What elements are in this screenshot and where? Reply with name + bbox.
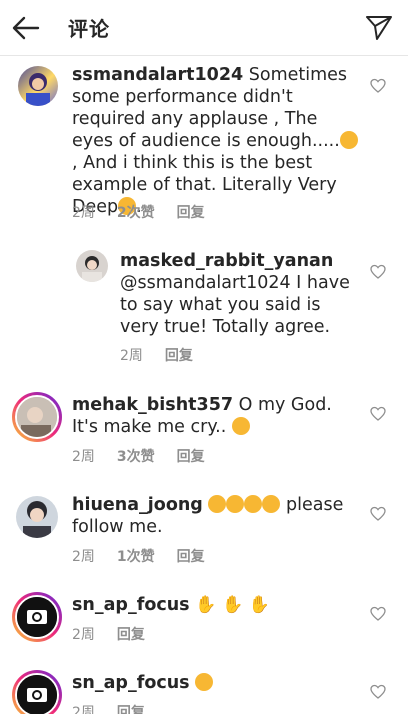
username-link[interactable]: masked_rabbit_yanan bbox=[120, 251, 333, 271]
comment-meta: 2周 1次赞 回复 bbox=[72, 546, 227, 566]
reply-button[interactable]: 回复 bbox=[177, 449, 205, 465]
avatar[interactable] bbox=[15, 595, 59, 639]
crying-face-icon bbox=[339, 131, 358, 149]
username-link[interactable]: mehak_bisht357 bbox=[72, 395, 233, 415]
heart-icon[interactable] bbox=[370, 506, 386, 522]
camera-logo-icon bbox=[17, 597, 57, 637]
avatar[interactable] bbox=[76, 250, 108, 282]
username-link[interactable]: ssmandalart1024 bbox=[72, 65, 243, 85]
reply-button[interactable]: 回复 bbox=[177, 205, 205, 221]
heart-eyes-face-icon bbox=[195, 673, 214, 691]
heart-icon[interactable] bbox=[370, 606, 386, 622]
timestamp: 2周 bbox=[120, 348, 143, 364]
reply-button[interactable]: 回复 bbox=[117, 705, 145, 714]
comment-text: sn_ap_focus bbox=[72, 672, 362, 694]
comment-meta: 2周 回复 bbox=[72, 624, 167, 644]
avatar[interactable] bbox=[15, 673, 59, 714]
comment-meta: 2周 回复 bbox=[72, 702, 167, 714]
likes-count[interactable]: 3次赞 bbox=[117, 449, 155, 465]
crying-face-icon bbox=[231, 417, 250, 435]
page-title: 评论 bbox=[68, 17, 110, 41]
loudly-crying-face-icon bbox=[226, 495, 245, 513]
loudly-crying-face-icon bbox=[244, 495, 263, 513]
avatar[interactable] bbox=[15, 395, 59, 439]
timestamp: 2周 bbox=[72, 449, 95, 465]
heart-icon[interactable] bbox=[370, 684, 386, 700]
comment-meta: 2周 3次赞 回复 bbox=[72, 446, 227, 466]
comment-text: sn_ap_focus ✋ ✋ ✋ bbox=[72, 594, 362, 616]
timestamp: 2周 bbox=[72, 549, 95, 565]
loudly-crying-face-icon bbox=[208, 495, 227, 513]
comment-meta: 2周 2次赞 回复 bbox=[72, 202, 227, 222]
comment-text: hiuena_joong please follow me. bbox=[72, 495, 344, 537]
likes-count[interactable]: 1次赞 bbox=[117, 549, 155, 565]
avatar-image bbox=[26, 73, 50, 106]
comment-text: mehak_bisht357 O my God. It's make me cr… bbox=[72, 395, 332, 437]
comment-text: ssmandalart1024 Sometimes some performan… bbox=[72, 64, 362, 218]
clapping-hands-icon: ✋ bbox=[221, 595, 244, 615]
share-button[interactable] bbox=[364, 12, 394, 42]
avatar[interactable] bbox=[18, 66, 58, 106]
timestamp: 2周 bbox=[72, 705, 95, 714]
clapping-hands-icon: ✋ bbox=[195, 595, 217, 615]
pleading-face-icon bbox=[262, 495, 281, 513]
likes-count[interactable]: 2次赞 bbox=[117, 205, 155, 221]
avatar-image bbox=[82, 256, 102, 282]
avatar-image bbox=[23, 501, 51, 538]
username-link[interactable]: sn_ap_focus bbox=[72, 673, 190, 693]
heart-icon[interactable] bbox=[370, 78, 386, 94]
reply-button[interactable]: 回复 bbox=[165, 348, 193, 364]
timestamp: 2周 bbox=[72, 627, 95, 643]
timestamp: 2周 bbox=[72, 205, 95, 221]
mention-link[interactable]: @ssmandalart1024 bbox=[120, 273, 291, 293]
avatar-image bbox=[17, 397, 57, 437]
comment-meta: 2周 回复 bbox=[120, 345, 215, 365]
back-arrow-icon bbox=[12, 16, 40, 40]
back-button[interactable] bbox=[10, 12, 42, 44]
reply-button[interactable]: 回复 bbox=[117, 627, 145, 643]
camera-logo-icon bbox=[17, 675, 57, 714]
username-link[interactable]: hiuena_joong bbox=[72, 495, 203, 515]
reply-button[interactable]: 回复 bbox=[177, 549, 205, 565]
send-icon bbox=[366, 16, 392, 40]
top-bar: 评论 bbox=[0, 0, 408, 56]
clapping-hands-icon: ✋ bbox=[248, 595, 270, 615]
username-link[interactable]: sn_ap_focus bbox=[72, 595, 190, 615]
comment-text: masked_rabbit_yanan @ssmandalart1024 I ha… bbox=[120, 251, 350, 337]
heart-icon[interactable] bbox=[370, 406, 386, 422]
heart-icon[interactable] bbox=[370, 264, 386, 280]
avatar[interactable] bbox=[16, 496, 58, 538]
